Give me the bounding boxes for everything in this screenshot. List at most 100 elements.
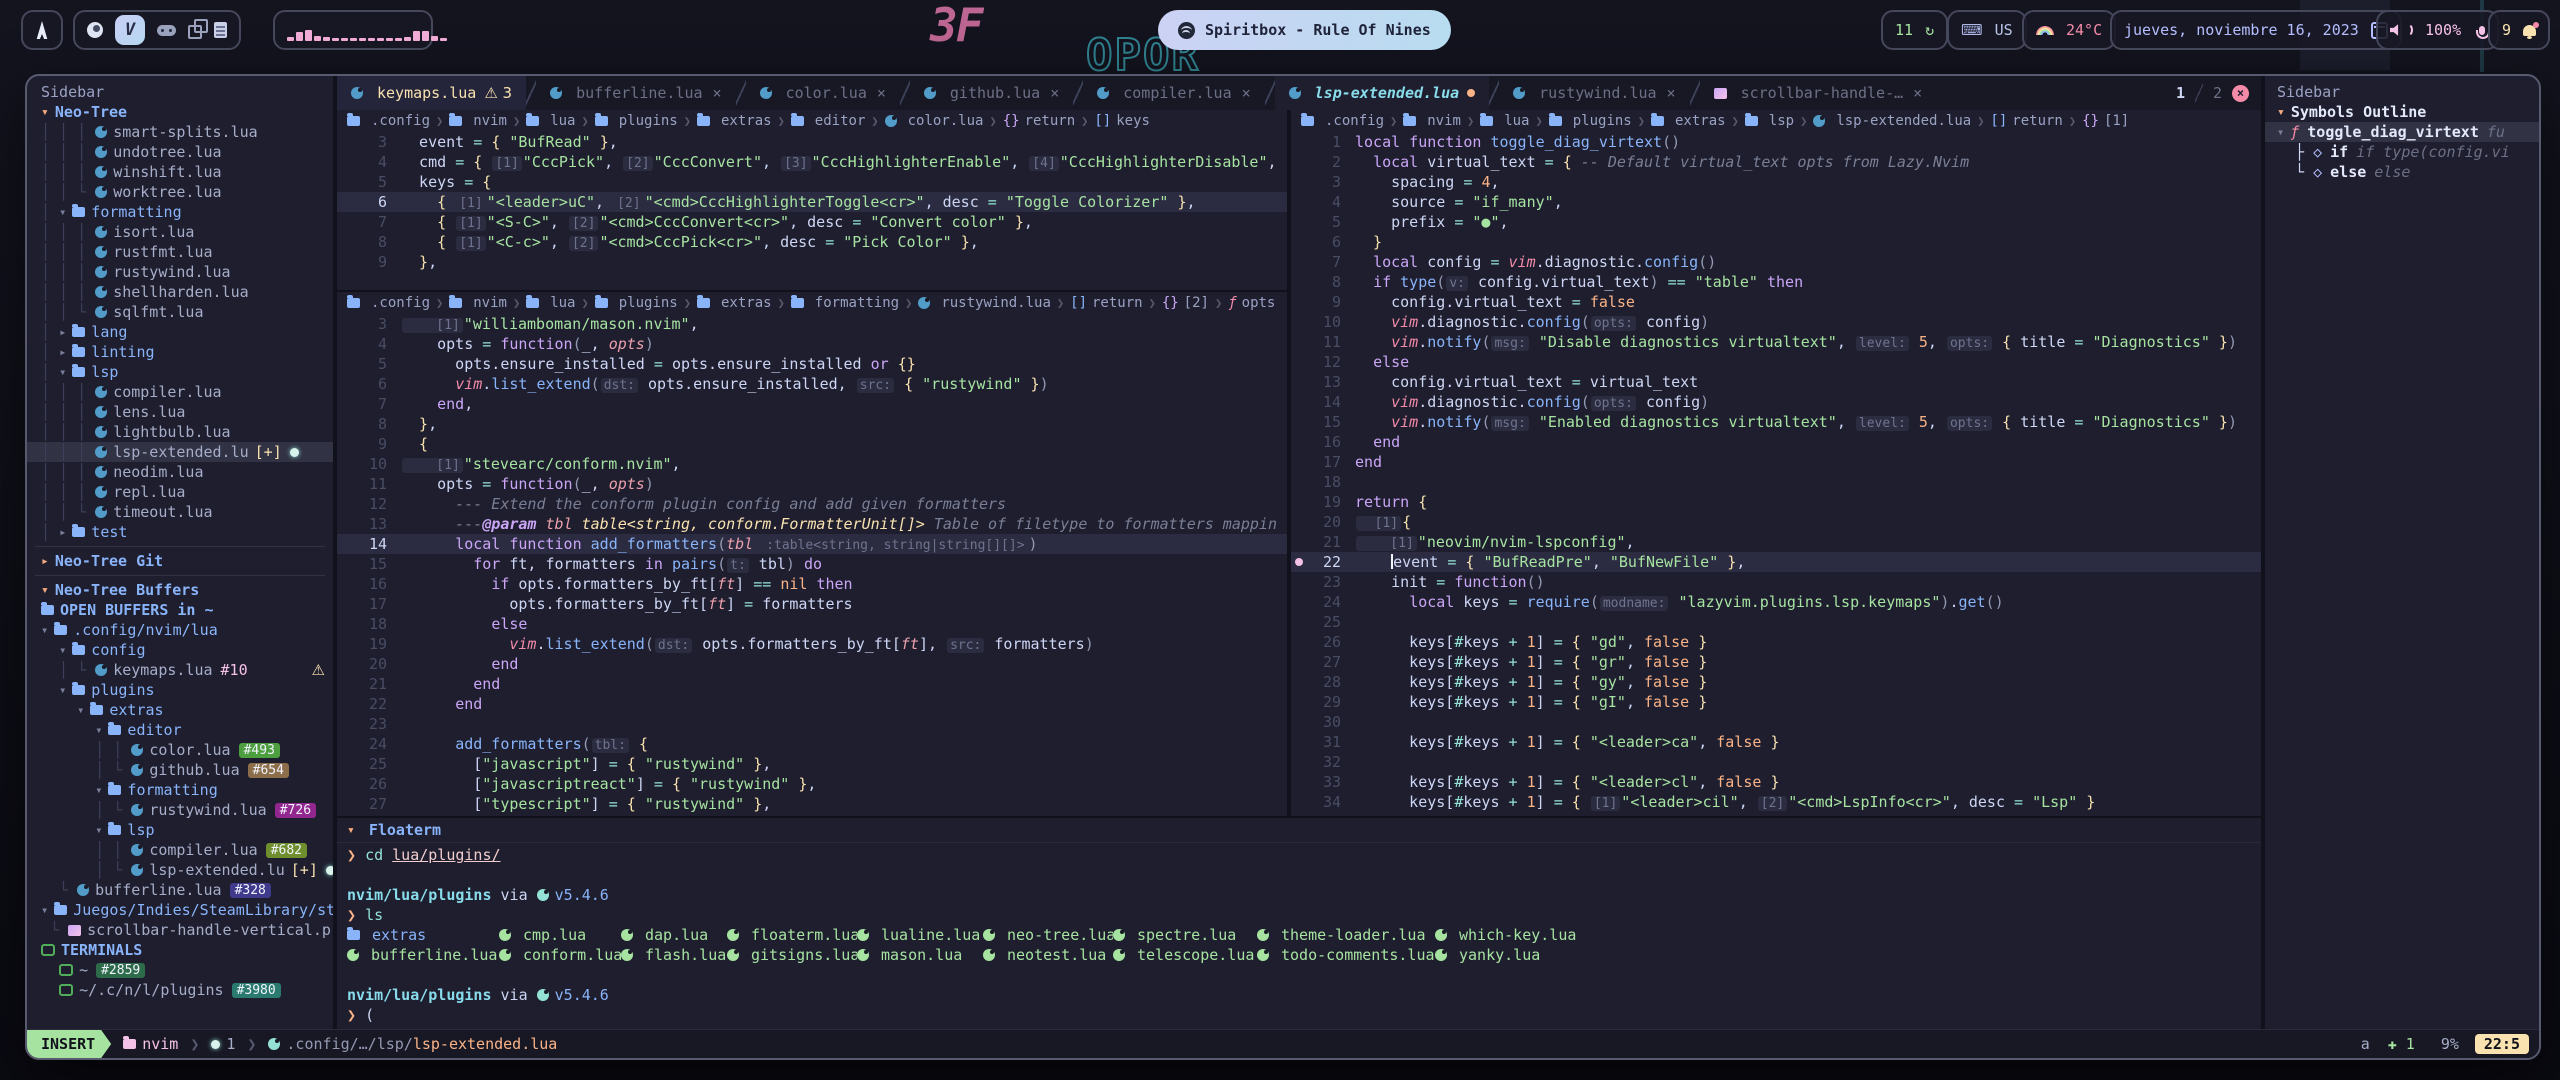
code-line[interactable]: 23 init = function() [1291, 572, 2261, 592]
breadcrumb-item[interactable]: extras [697, 295, 772, 311]
code-line[interactable]: 26 ["javascriptreact"] = { "rustywind" }… [337, 774, 1287, 794]
tree-item-neodim-lua[interactable]: │ │ │ neodim.lua [27, 462, 333, 482]
code-line[interactable]: 9 config.virtual_text = false [1291, 292, 2261, 312]
tree-item--[interactable]: ~#2859 [27, 960, 333, 980]
code-line[interactable]: 15 for ft, formatters in pairs(t: tbl) d… [337, 554, 1287, 574]
tree-item-config[interactable]: ▾config [27, 640, 333, 660]
date-widget[interactable]: jueves, noviembre 16, 2023 [2110, 10, 2402, 50]
code-line[interactable]: 4 cmd = { [1]"CccPick", [2]"CccConvert",… [337, 152, 1287, 172]
tree-item-rustfmt-lua[interactable]: │ │ │ rustfmt.lua [27, 242, 333, 262]
close-icon[interactable]: × [1913, 84, 1922, 102]
page-1[interactable]: 1 [2176, 84, 2185, 102]
outline-item-if[interactable]: ├ ◇ifif type(config.vi [2265, 142, 2539, 162]
breadcrumb-item[interactable]: []keys [1094, 113, 1150, 129]
tree-item-compiler-lua[interactable]: │ │ compiler.lua#682 [27, 840, 333, 860]
editor-pane-lsp-extended[interactable]: .config❯nvim❯lua❯plugins❯extras❯lsp❯lsp-… [1291, 110, 2261, 816]
breadcrumb-item[interactable]: {}return [1003, 113, 1075, 129]
code-line[interactable]: 13 config.virtual_text = virtual_text [1291, 372, 2261, 392]
code-line[interactable]: 18 [1291, 472, 2261, 492]
tree-item-rustywind-lua[interactable]: │ └ rustywind.lua#726 [27, 800, 333, 820]
code-line[interactable]: 10 vim.diagnostic.config(opts: config) [1291, 312, 2261, 332]
close-icon[interactable]: × [1667, 84, 1676, 102]
close-icon[interactable]: × [713, 84, 722, 102]
tab-bufferline.lua[interactable]: bufferline.lua× [536, 76, 735, 110]
breadcrumb-item[interactable]: nvim [449, 113, 507, 129]
code-line[interactable]: 21 [1]"neovim/nvim-lspconfig", [1291, 532, 2261, 552]
gamepad-icon[interactable] [157, 25, 176, 36]
close-icon[interactable]: × [1242, 84, 1251, 102]
code-line[interactable]: 7 end, [337, 394, 1287, 414]
breadcrumb-item[interactable]: lua [1480, 113, 1529, 129]
outline-item-toggle-diag-virtext[interactable]: ▾ƒtoggle_diag_virtextfu [2265, 122, 2539, 142]
breadcrumb-item[interactable]: nvim [1403, 113, 1461, 129]
breadcrumb-item[interactable]: ƒopts [1228, 295, 1275, 311]
code-line[interactable]: 33 keys[#keys + 1] = { "<leader>cl", fal… [1291, 772, 2261, 792]
tree-item-juegos-indies-steamlibrary-st[interactable]: ▾Juegos/Indies/SteamLibrary/st [27, 900, 333, 920]
code-line[interactable]: 3 event = { "BufRead" }, [337, 132, 1287, 152]
tab-rustywind.lua[interactable]: rustywind.lua× [1499, 76, 1689, 110]
code-line[interactable]: 31 keys[#keys + 1] = { "<leader>ca", fal… [1291, 732, 2261, 752]
code-line[interactable]: 7 { [1]"<S-C>", [2]"<cmd>CccConvert<cr>"… [337, 212, 1287, 232]
tree-item--c-n-l-plugins[interactable]: ~/.c/n/l/plugins#3980 [27, 980, 333, 1000]
code-line[interactable]: 20 end [337, 654, 1287, 674]
tab-keymaps.lua[interactable]: keymaps.lua⚠ 3 [337, 76, 526, 110]
breadcrumb-item[interactable]: {}[2] [1162, 295, 1209, 311]
code-line[interactable]: 20 [1]{ [1291, 512, 2261, 532]
code-line[interactable]: 11 vim.notify(msg: "Disable diagnostics … [1291, 332, 2261, 352]
code-line[interactable]: 23 [337, 714, 1287, 734]
floaterm-panel[interactable]: ▾ Floaterm ❯ cd lua/plugins/nvim/lua/plu… [337, 816, 2261, 1029]
tree-item-winshift-lua[interactable]: │ │ │ winshift.lua [27, 162, 333, 182]
tree-item-formatting[interactable]: │ ▾formatting [27, 202, 333, 222]
tab-github.lua[interactable]: github.lua× [910, 76, 1073, 110]
code-line[interactable]: 2 local virtual_text = { -- Default virt… [1291, 152, 2261, 172]
breadcrumb-item[interactable]: {}[1] [2082, 113, 2129, 129]
tree-item-repl-lua[interactable]: │ │ │ repl.lua [27, 482, 333, 502]
document-icon[interactable] [214, 22, 227, 38]
floaterm-header[interactable]: ▾ Floaterm [337, 818, 2261, 843]
tree-item-compiler-lua[interactable]: │ │ │ compiler.lua [27, 382, 333, 402]
code-line[interactable]: 19return { [1291, 492, 2261, 512]
breadcrumb-item[interactable]: .config [347, 295, 430, 311]
code-line[interactable]: 19 vim.list_extend(dst: opts.formatters_… [337, 634, 1287, 654]
code-line[interactable]: 3 [1]"williamboman/mason.nvim", [337, 314, 1287, 334]
tree-item-lens-lua[interactable]: │ │ │ lens.lua [27, 402, 333, 422]
code-line[interactable]: 16 end [1291, 432, 2261, 452]
tree-item-lang[interactable]: │ ▸lang [27, 322, 333, 342]
tree-item-lsp-extended-lu[interactable]: │ └ lsp-extended.lu[+] [27, 860, 333, 880]
tree-item-undotree-lua[interactable]: │ │ │ undotree.lua [27, 142, 333, 162]
code-line[interactable]: 27 keys[#keys + 1] = { "gr", false } [1291, 652, 2261, 672]
breadcrumb-item[interactable]: lsp [1745, 113, 1794, 129]
notification-widget[interactable]: 9 [2488, 10, 2550, 50]
tree-item-extras[interactable]: ▾extras [27, 700, 333, 720]
code-line[interactable]: 16 if opts.formatters_by_ft[ft] == nil t… [337, 574, 1287, 594]
breadcrumb-item[interactable]: formatting [791, 295, 899, 311]
breadcrumb-item[interactable]: []return [1070, 295, 1142, 311]
tree-item-smart-splits-lua[interactable]: │ │ │ smart-splits.lua [27, 122, 333, 142]
code-line[interactable]: 25 [1291, 612, 2261, 632]
code-line[interactable]: 24 local keys = require(modname: "lazyvi… [1291, 592, 2261, 612]
tree-item-open-buffers-in-[interactable]: OPEN BUFFERS in ~ [27, 600, 333, 620]
tree-item-worktree-lua[interactable]: │ │ └ worktree.lua [27, 182, 333, 202]
code-line[interactable]: 10 [1]"stevearc/conform.nvim", [337, 454, 1287, 474]
music-widget[interactable]: Spiritbox - Rule Of Nines [1158, 10, 1451, 50]
updates-widget[interactable]: 11 ↻ [1881, 10, 1948, 50]
code-line[interactable]: 11 opts = function(_, opts) [337, 474, 1287, 494]
code-line[interactable]: 34 keys[#keys + 1] = { [1]"<leader>cil",… [1291, 792, 2261, 812]
breadcrumb-item[interactable]: editor [791, 113, 866, 129]
tree-item-lsp[interactable]: ▾lsp [27, 820, 333, 840]
code-line[interactable]: 24 add_formatters(tbl: { [337, 734, 1287, 754]
volume-widget[interactable]: 100% [2376, 10, 2499, 50]
tree-item-editor[interactable]: ▾editor [27, 720, 333, 740]
code-line[interactable]: 14 vim.diagnostic.config(opts: config) [1291, 392, 2261, 412]
editor-pane-color[interactable]: .config❯nvim❯lua❯plugins❯extras❯editor❯c… [337, 110, 1287, 290]
code-line[interactable]: 28 keys[#keys + 1] = { "gy", false } [1291, 672, 2261, 692]
breadcrumb-item[interactable]: lsp-extended.lua [1813, 113, 1971, 129]
code-line[interactable]: 18 else [337, 614, 1287, 634]
outline-item-else[interactable]: └ ◇elseelse [2265, 162, 2539, 182]
tree-item-timeout-lua[interactable]: │ │ └ timeout.lua [27, 502, 333, 522]
tree-item-shellharden-lua[interactable]: │ │ │ shellharden.lua [27, 282, 333, 302]
code-line[interactable]: 8 }, [337, 414, 1287, 434]
code-line[interactable]: 26 keys[#keys + 1] = { "gd", false } [1291, 632, 2261, 652]
tree-item-neo-tree[interactable]: ▾Neo-Tree [27, 102, 333, 122]
editor-pane-rustywind[interactable]: .config❯nvim❯lua❯plugins❯extras❯formatti… [337, 290, 1287, 816]
